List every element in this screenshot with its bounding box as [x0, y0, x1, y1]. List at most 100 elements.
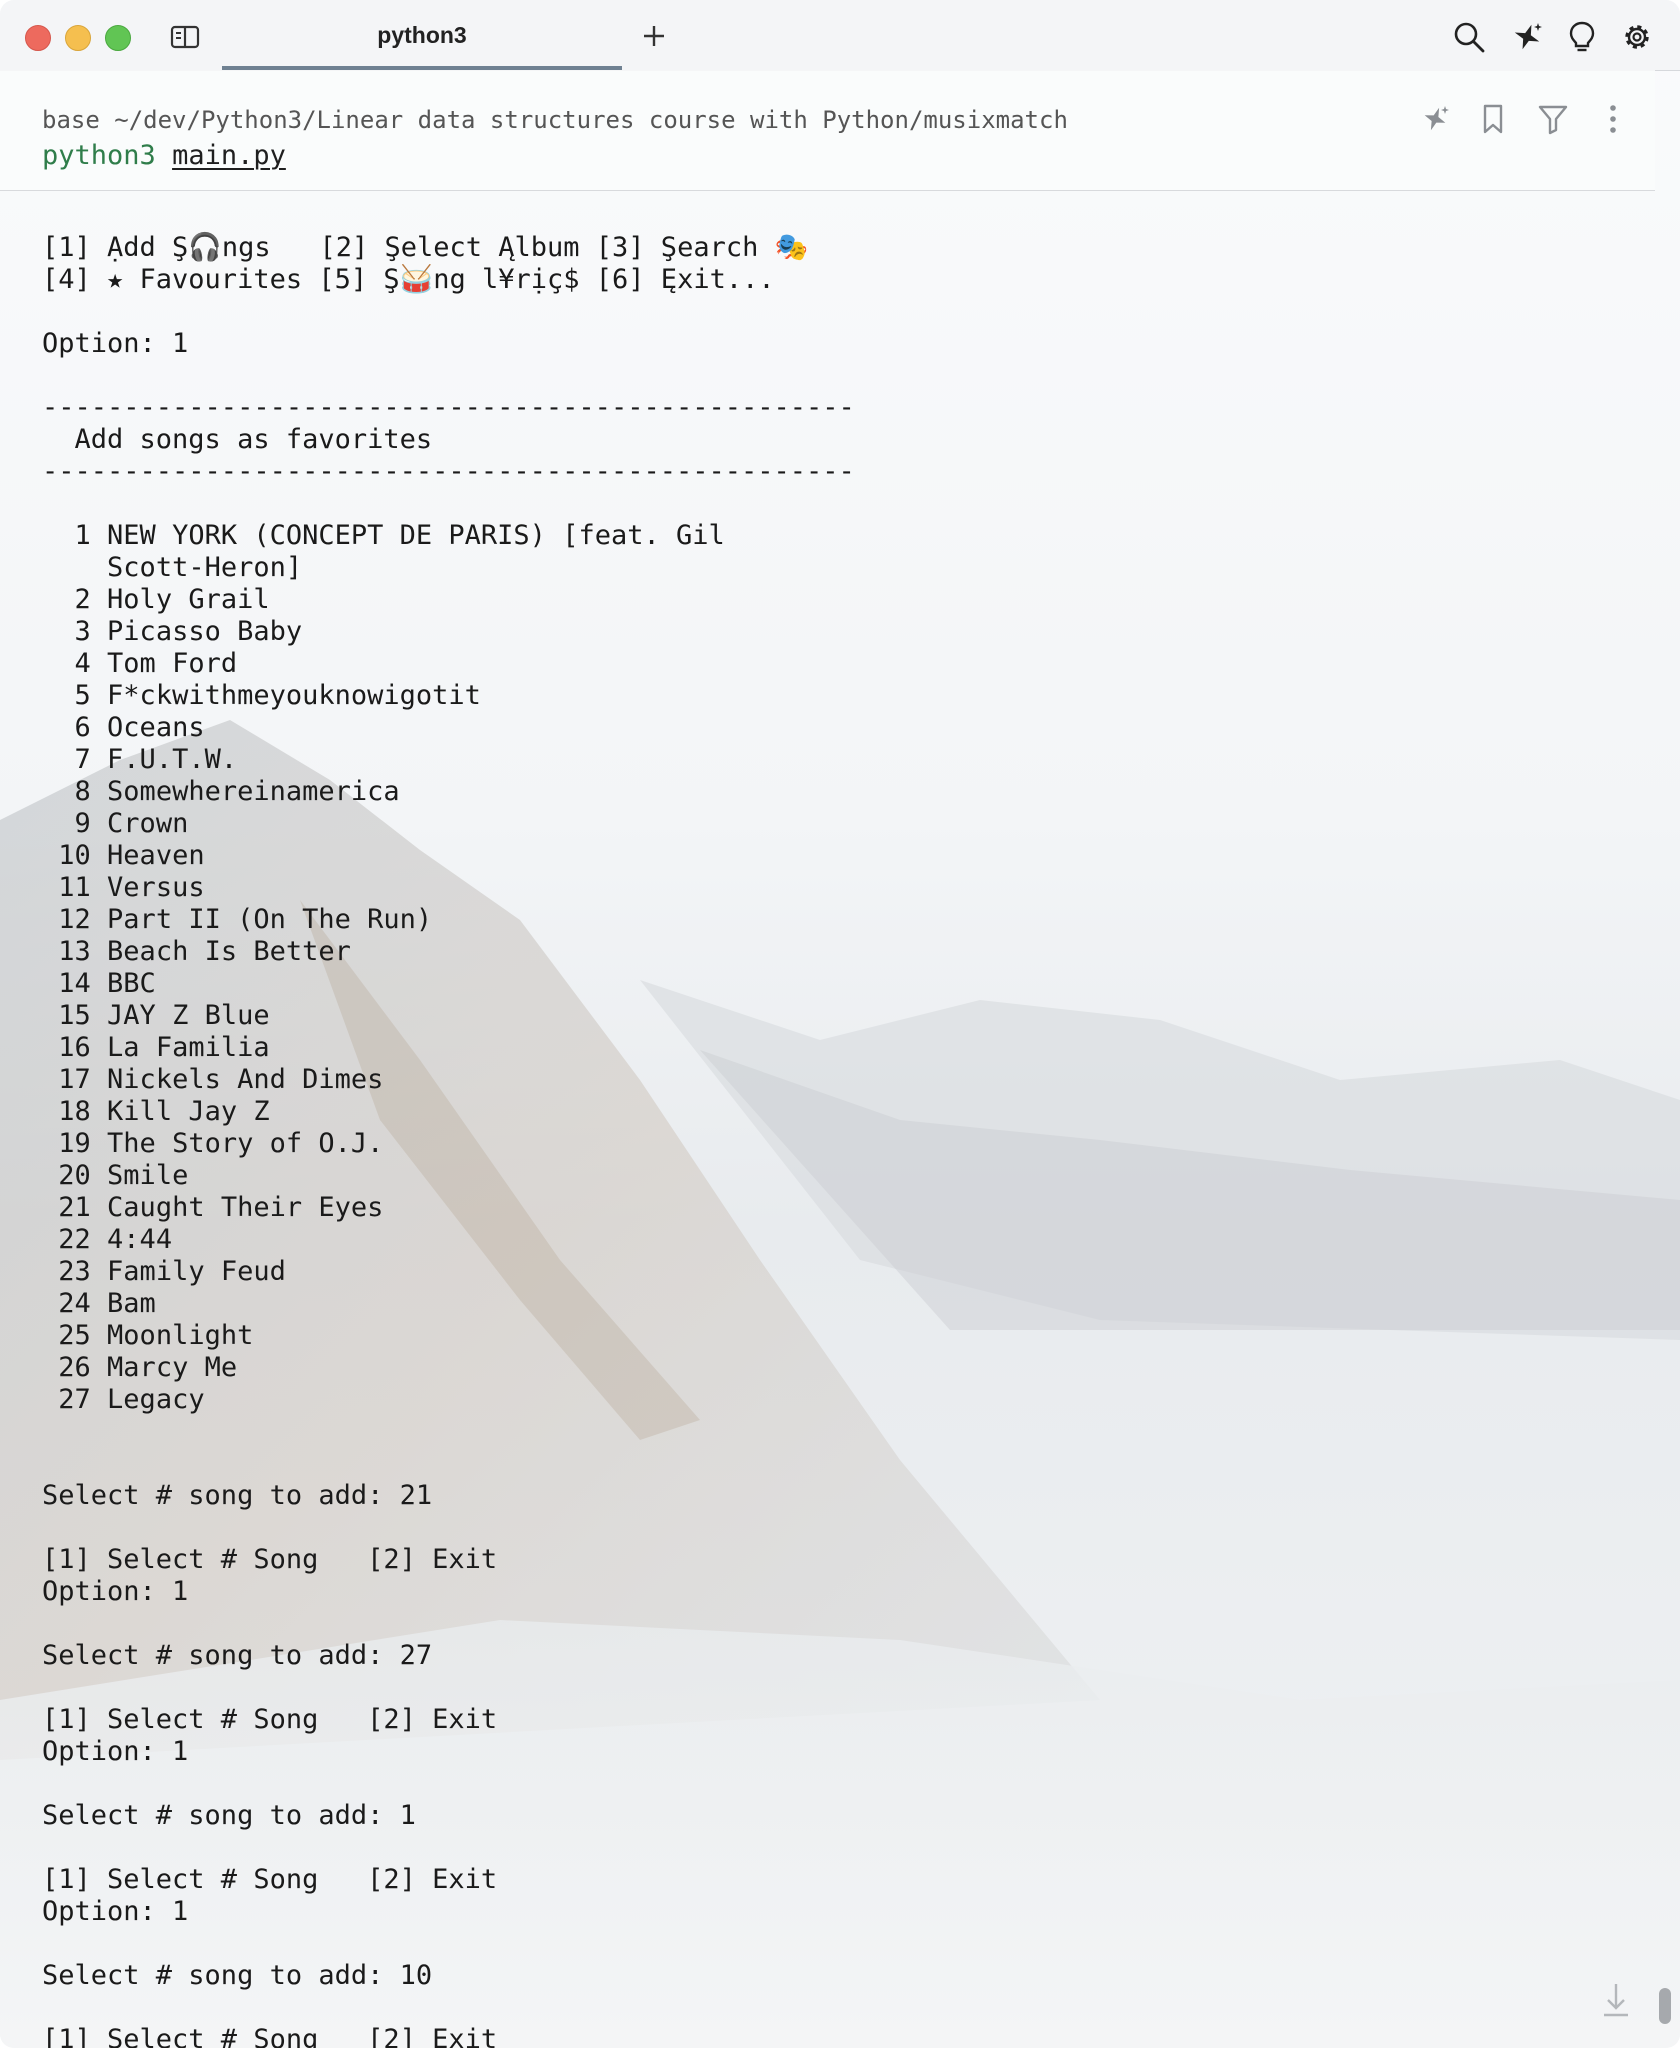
divider-line: ----------------------------------------…: [42, 392, 855, 423]
command-line: python3 main.py: [42, 140, 286, 171]
song-title: Smile: [107, 1160, 189, 1191]
maximize-window-button[interactable]: [105, 25, 131, 51]
new-tab-plus-icon[interactable]: [640, 22, 668, 50]
song-list-item: 24 Bam: [42, 1288, 1622, 1320]
song-title: Crown: [107, 808, 189, 839]
select-song-prompt: Select # song to add: 10: [42, 1960, 433, 1991]
song-title: Caught Their Eyes: [107, 1192, 384, 1223]
song-title: Family Feud: [107, 1256, 286, 1287]
song-list-item: 18 Kill Jay Z: [42, 1096, 1622, 1128]
song-number: 18: [58, 1096, 91, 1127]
song-number: 13: [58, 936, 91, 967]
song-list-item: 6 Oceans: [42, 712, 1622, 744]
scroll-to-bottom-icon[interactable]: [1598, 1980, 1634, 2020]
bookmark-icon[interactable]: [1476, 102, 1510, 136]
menu-line: [1] Ạdd Ş🎧ngs [2] Şelect Ąlbum [3] Şearc…: [42, 232, 809, 263]
more-options-icon[interactable]: [1596, 102, 1630, 136]
song-number: 7: [74, 744, 91, 775]
song-list-item: 9 Crown: [42, 808, 1622, 840]
scrollbar-thumb[interactable]: [1659, 1988, 1671, 2024]
song-title: Heaven: [107, 840, 205, 871]
song-title: Nickels And Dimes: [107, 1064, 384, 1095]
sidebar-toggle-icon[interactable]: [170, 24, 200, 50]
song-number: 12: [58, 904, 91, 935]
title-bar: python3: [0, 0, 1680, 71]
song-number: 11: [58, 872, 91, 903]
song-list-item: 3 Picasso Baby: [42, 616, 1622, 648]
song-title: BBC: [107, 968, 156, 999]
song-list-item: 13 Beach Is Better: [42, 936, 1622, 968]
working-directory-path: base ~/dev/Python3/Linear data structure…: [42, 106, 1068, 134]
song-list-item: 25 Moonlight: [42, 1320, 1622, 1352]
terminal-output: [1] Ạdd Ş🎧ngs [2] Şelect Ąlbum [3] Şearc…: [42, 232, 1622, 2048]
option-input-line: Option: 1: [42, 1736, 189, 1767]
tab-label: python3: [377, 22, 467, 48]
song-number: 10: [58, 840, 91, 871]
song-list-item: 10 Heaven: [42, 840, 1622, 872]
filter-icon[interactable]: [1536, 102, 1570, 136]
song-list-item: 21 Caught Their Eyes: [42, 1192, 1622, 1224]
song-title: Picasso Baby: [107, 616, 303, 647]
song-title: Legacy: [107, 1384, 205, 1415]
song-list-item: 7 F.U.T.W.: [42, 744, 1622, 776]
song-list-item: 2 Holy Grail: [42, 584, 1622, 616]
song-title: JAY Z Blue: [107, 1000, 270, 1031]
search-icon[interactable]: [1452, 20, 1486, 54]
song-list-item: 4 Tom Ford: [42, 648, 1622, 680]
song-title: F*ckwithmeyouknowigotit: [107, 680, 481, 711]
song-list-item: 26 Marcy Me: [42, 1352, 1622, 1384]
song-title: F.U.T.W.: [107, 744, 238, 775]
select-or-exit-menu: [1] Select # Song [2] Exit: [42, 1544, 498, 1575]
close-window-button[interactable]: [25, 25, 51, 51]
select-or-exit-menu: [1] Select # Song [2] Exit: [42, 2024, 498, 2048]
song-number: 9: [74, 808, 91, 839]
ai-assist-block-icon[interactable]: [1418, 102, 1452, 136]
song-title: La Familia: [107, 1032, 270, 1063]
song-title: Beach Is Better: [107, 936, 351, 967]
option-input-line: Option: 1: [42, 1896, 189, 1927]
select-song-prompt: Select # song to add: 1: [42, 1800, 416, 1831]
song-title: Marcy Me: [107, 1352, 238, 1383]
song-title: Kill Jay Z: [107, 1096, 270, 1127]
song-number: 19: [58, 1128, 91, 1159]
song-number: 24: [58, 1288, 91, 1319]
song-list-item: 11 Versus: [42, 872, 1622, 904]
song-number: 21: [58, 1192, 91, 1223]
song-number: 25: [58, 1320, 91, 1351]
command-block-header[interactable]: base ~/dev/Python3/Linear data structure…: [0, 70, 1655, 191]
option-input-line: Option: 1: [42, 328, 189, 359]
lightbulb-icon[interactable]: [1565, 20, 1599, 54]
song-list-item: 14 BBC: [42, 968, 1622, 1000]
minimize-window-button[interactable]: [65, 25, 91, 51]
song-title: NEW YORK (CONCEPT DE PARIS) [feat. Gil S…: [107, 520, 725, 583]
song-list-item: 19 The Story of O.J.: [42, 1128, 1622, 1160]
song-number: 26: [58, 1352, 91, 1383]
command-program: python3: [42, 140, 156, 171]
select-song-prompt: Select # song to add: 27: [42, 1640, 433, 1671]
option-input-line: Option: 1: [42, 1576, 189, 1607]
song-list-item: 8 Somewhereinamerica: [42, 776, 1622, 808]
tab-python3[interactable]: python3: [222, 0, 622, 70]
song-list-item: 23 Family Feud: [42, 1256, 1622, 1288]
song-number: 5: [74, 680, 91, 711]
song-number: 27: [58, 1384, 91, 1415]
song-title: Bam: [107, 1288, 156, 1319]
song-title: Part II (On The Run): [107, 904, 433, 935]
song-title: Oceans: [107, 712, 205, 743]
song-number: 16: [58, 1032, 91, 1063]
settings-gear-icon[interactable]: [1620, 20, 1654, 54]
interaction-log: Select # song to add: 21 [1] Select # Son…: [42, 1480, 1622, 2048]
song-list: 1 NEW YORK (CONCEPT DE PARIS) [feat. Gil…: [42, 520, 1622, 1416]
song-number: 4: [74, 648, 91, 679]
song-number: 6: [74, 712, 91, 743]
song-title: Tom Ford: [107, 648, 238, 679]
select-song-prompt: Select # song to add: 21: [42, 1480, 433, 1511]
song-number: 14: [58, 968, 91, 999]
song-list-item: 1 NEW YORK (CONCEPT DE PARIS) [feat. Gil…: [42, 520, 1622, 584]
song-list-item: 12 Part II (On The Run): [42, 904, 1622, 936]
divider-line: ----------------------------------------…: [42, 456, 855, 487]
song-number: 8: [74, 776, 91, 807]
ai-sparkle-icon[interactable]: [1510, 20, 1544, 54]
command-file-link[interactable]: main.py: [172, 140, 286, 171]
song-list-item: 17 Nickels And Dimes: [42, 1064, 1622, 1096]
